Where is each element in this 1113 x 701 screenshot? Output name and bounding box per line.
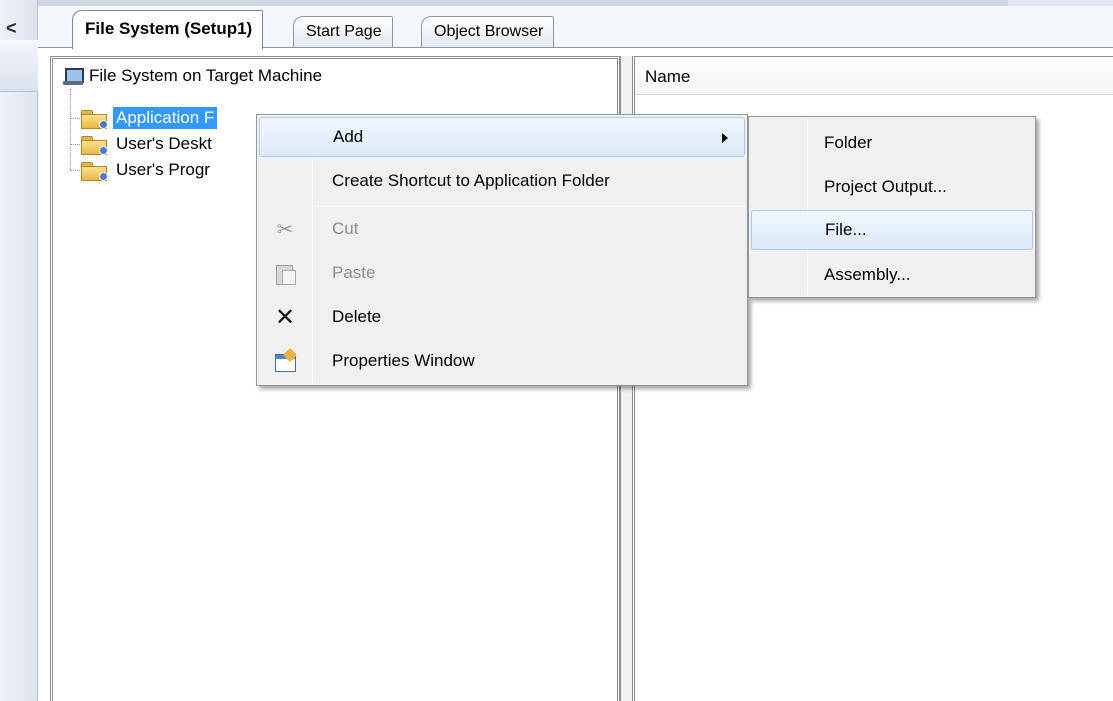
menu-item-label: Folder: [824, 133, 873, 152]
tree-item-users-desktop[interactable]: User's Deskt: [81, 131, 215, 157]
menu-item-create-shortcut[interactable]: Create Shortcut to Application Folder: [259, 161, 745, 201]
submenu-item-project-output[interactable]: Project Output...: [751, 167, 1033, 207]
delete-icon: ✕: [274, 303, 296, 331]
folder-icon: [81, 134, 108, 155]
tree-item-application-folder[interactable]: Application F: [81, 105, 218, 131]
folder-icon: [81, 160, 108, 181]
tab-object-browser[interactable]: Object Browser: [421, 16, 555, 48]
tree-item-label: User's Deskt: [116, 134, 212, 153]
menu-item-paste[interactable]: Paste: [259, 253, 745, 293]
menu-item-label: Paste: [332, 263, 376, 282]
submenu-item-file[interactable]: File...: [751, 210, 1033, 250]
properties-icon: [273, 349, 297, 373]
menu-item-label: Properties Window: [332, 351, 475, 370]
tree-item-label: User's Progr: [116, 160, 210, 179]
menu-item-label: Add: [333, 127, 364, 146]
submenu-item-folder[interactable]: Folder: [751, 123, 1033, 163]
submenu-item-assembly[interactable]: Assembly...: [751, 255, 1033, 295]
visual-studio-window: < File System (Setup1) Start Page Object…: [0, 0, 1113, 701]
folder-icon: [81, 108, 108, 129]
computer-icon: [63, 67, 84, 85]
menu-item-label: Cut: [332, 219, 359, 238]
menu-item-label: Delete: [332, 307, 382, 326]
menu-item-label: File...: [825, 220, 867, 239]
tree-item-users-programs[interactable]: User's Progr: [81, 157, 213, 183]
tab-start-page[interactable]: Start Page: [293, 16, 393, 48]
tab-file-system[interactable]: File System (Setup1): [72, 10, 264, 49]
menu-item-label: Project Output...: [824, 177, 947, 196]
collapse-arrow-icon[interactable]: <: [6, 18, 17, 39]
menu-item-add[interactable]: Add: [259, 117, 745, 157]
context-menu: Add Create Shortcut to Application Folde…: [256, 114, 748, 386]
scissors-icon: ✂: [276, 218, 294, 241]
tree-root[interactable]: File System on Target Machine: [63, 63, 322, 89]
menu-item-label: Assembly...: [824, 265, 911, 284]
add-submenu: Folder Project Output... File... Assembl…: [748, 116, 1036, 298]
column-header-name[interactable]: Name: [635, 57, 1113, 95]
document-tab-strip: File System (Setup1) Start Page Object B…: [38, 6, 1113, 49]
submenu-arrow-icon: [722, 133, 728, 143]
paste-icon: [273, 261, 297, 285]
tree-root-label: File System on Target Machine: [89, 66, 323, 85]
menu-item-properties-window[interactable]: Properties Window: [259, 341, 745, 381]
tree-item-label: Application F: [113, 107, 218, 129]
left-panel-header: [0, 40, 38, 92]
menu-item-label: Create Shortcut to Application Folder: [332, 171, 610, 190]
menu-item-delete[interactable]: ✕ Delete: [259, 297, 745, 337]
left-side-panel: <: [0, 0, 38, 701]
menu-item-cut[interactable]: ✂ Cut: [259, 209, 745, 249]
